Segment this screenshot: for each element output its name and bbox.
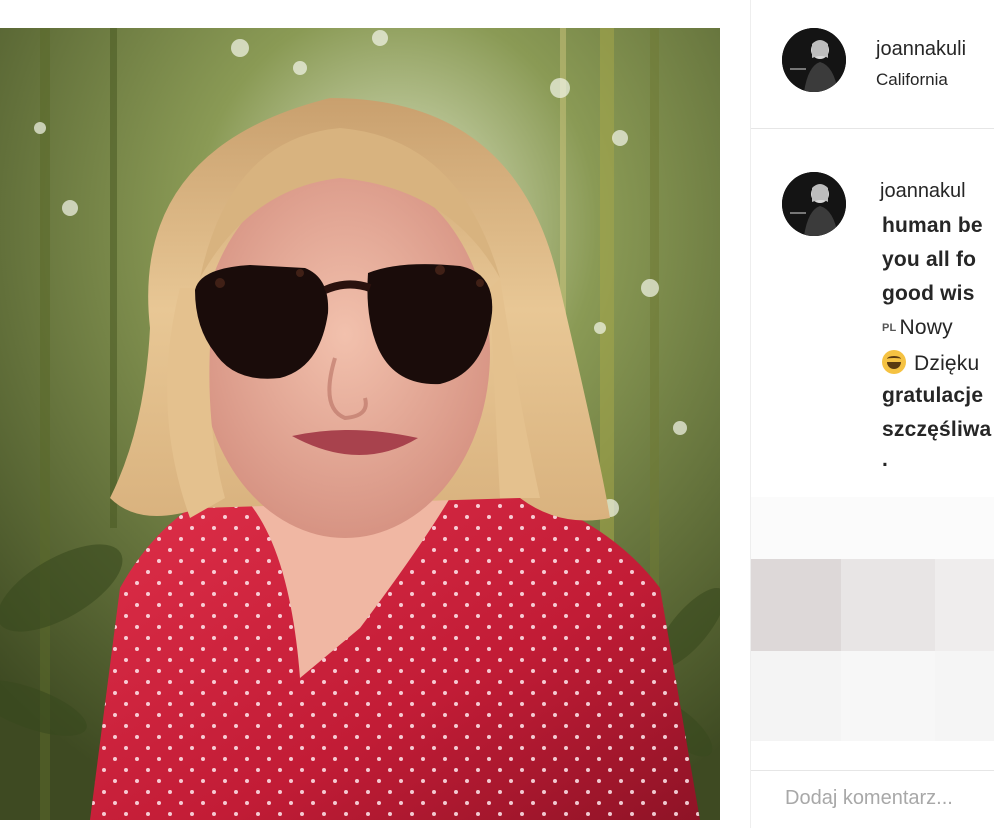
caption-avatar[interactable] [782,172,846,236]
caption-text-line: good wis [882,282,975,305]
author-avatar[interactable] [782,28,846,92]
caption-text-line-emoji: Dzięku [882,350,979,376]
blurred-region [841,651,935,741]
caption-emoji-word: Dzięku [914,352,980,375]
blurred-region [935,651,994,741]
caption-text-line: human be [882,214,983,237]
poland-flag-icon: PL [882,322,897,334]
caption-text-line: you all fo [882,248,977,271]
caption-text-line: szczęśliwa [882,418,992,441]
blurred-region [751,559,841,651]
post-location[interactable]: California [876,70,948,90]
add-comment-input[interactable] [785,787,994,810]
blurred-region [935,559,994,651]
caption-text-line-pl: PL Nowy [882,316,953,340]
blurred-region [751,651,841,741]
caption-text-line: gratulacje [882,384,984,407]
grinning-face-emoji-icon [882,350,906,374]
caption-pl-word: Nowy [899,316,953,339]
caption-text-line: . [882,448,889,471]
post-photo[interactable] [0,28,720,820]
blurred-region [751,497,994,559]
comment-bar [751,770,994,829]
blurred-region [841,559,935,651]
caption-username[interactable]: joannakul [880,180,966,203]
post-author-username[interactable]: joannakuli [876,38,966,61]
